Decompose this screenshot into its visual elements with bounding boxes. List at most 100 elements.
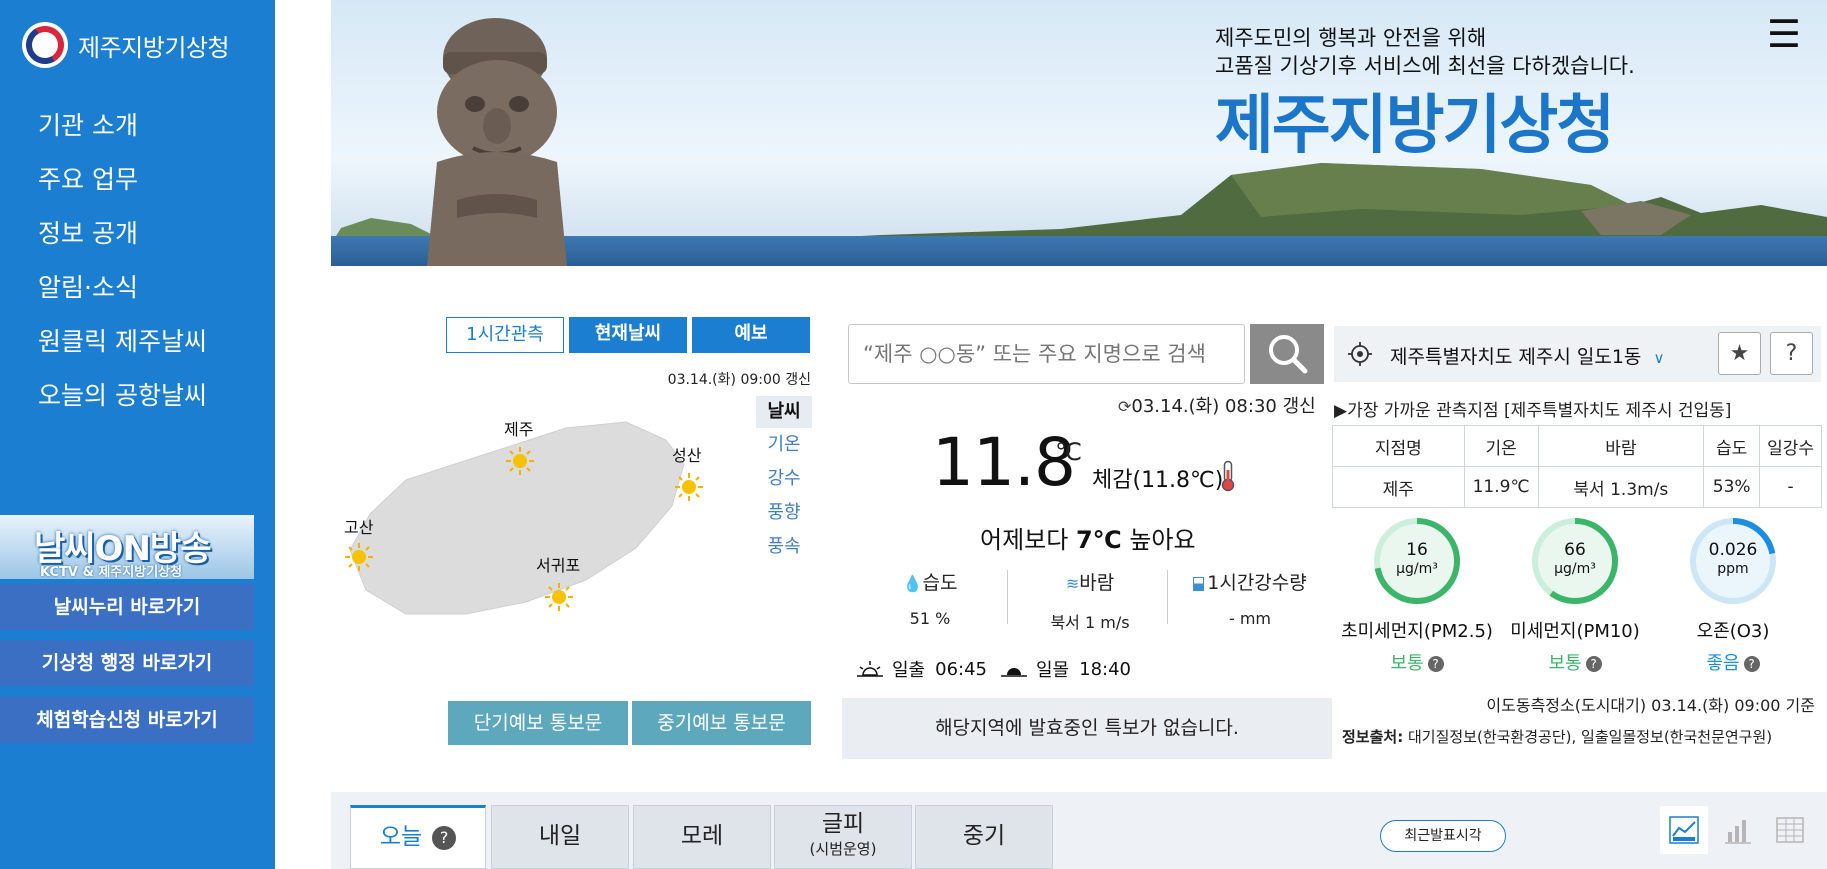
help-icon[interactable]: ? xyxy=(1427,656,1444,672)
air-gauge-ring: 66 μg/m³ xyxy=(1529,515,1621,607)
wind-icon: ≋ xyxy=(1065,574,1080,593)
field-trip-link-button[interactable]: 체험학습신청 바로가기 xyxy=(0,697,254,743)
map-tab-wind-direction[interactable]: 풍향 xyxy=(756,496,812,530)
weather-on-broadcast-banner[interactable]: 날씨ON방송 KCTV & 제주지방기상청 xyxy=(0,515,254,579)
current-update-time-text: 03.14.(화) 08:30 갱신 xyxy=(1131,396,1316,417)
tab-day-after-tomorrow[interactable]: 모레 xyxy=(633,805,771,869)
weather-alert-status: 해당지역에 발효중인 특보가 없습니다. xyxy=(842,698,1332,759)
help-icon[interactable]: ? xyxy=(432,825,457,850)
nav-item-about[interactable]: 기관 소개 xyxy=(38,106,207,160)
sunrise-label: 일출 xyxy=(892,660,926,681)
air-station-basis: 이도동측정소(도시대기) 03.14.(화) 09:00 기준 xyxy=(1486,696,1815,715)
table-header-row: 지점명 기온 바람 습도 일강수 xyxy=(1332,425,1822,467)
map-update-time: 03.14.(화) 09:00 갱신 xyxy=(667,372,811,388)
air-value: 16 xyxy=(1406,540,1428,560)
air-unit: μg/m³ xyxy=(1554,561,1596,577)
hamburger-menu-icon[interactable]: ☰ xyxy=(1767,12,1801,56)
rainfall-value: - mm xyxy=(1228,609,1272,628)
latest-release-time-button[interactable]: 최근발표시각 xyxy=(1380,820,1506,852)
table-row: 제주 11.9℃ 북서 1.3m/s 53% - xyxy=(1332,466,1822,508)
tab-current-weather[interactable]: 현재날씨 xyxy=(569,317,687,353)
column-header: 지점명 xyxy=(1332,425,1465,467)
tab-three-days-label: 글피 xyxy=(821,811,865,837)
observation-table: 지점명 기온 바람 습도 일강수 제주 11.9℃ 북서 1.3m/s 53% … xyxy=(1332,425,1822,508)
table-cell: - xyxy=(1759,466,1822,508)
sunset-info: 일몰 18:40 xyxy=(1000,656,1131,682)
air-status: 보통 xyxy=(1390,653,1424,674)
nav-item-news[interactable]: 알림·소식 xyxy=(38,268,207,322)
help-icon[interactable]: ? xyxy=(1585,656,1602,672)
logo-text: 제주지방기상청 xyxy=(78,33,230,62)
city-label-seongsan: 성산 xyxy=(672,446,702,465)
tab-tomorrow[interactable]: 내일 xyxy=(491,805,629,869)
tab-forecast[interactable]: 예보 xyxy=(692,317,810,353)
help-icon[interactable]: ? xyxy=(1743,656,1760,672)
air-unit: μg/m³ xyxy=(1396,561,1438,577)
nav-item-disclosure[interactable]: 정보 공개 xyxy=(38,214,207,268)
rainfall-label: 1시간강수량 xyxy=(1207,572,1307,594)
humidity-label: 습도 xyxy=(922,572,958,594)
favorite-star-icon[interactable]: ★ xyxy=(1718,332,1761,375)
taegeuk-emblem-icon xyxy=(22,22,68,68)
tab-today-label: 오늘 xyxy=(379,824,423,850)
air-unit: ppm xyxy=(1717,561,1749,577)
tab-mid-term[interactable]: 중기 xyxy=(915,805,1053,869)
nav-item-oneclick[interactable]: 원클릭 제주날씨 xyxy=(38,322,207,376)
weather-nuri-link-button[interactable]: 날씨누리 바로가기 xyxy=(0,584,254,630)
tab-three-days-later[interactable]: 글피 (시범운영) xyxy=(774,805,912,869)
map-tab-weather[interactable]: 날씨 xyxy=(756,396,812,428)
nav-item-airport[interactable]: 오늘의 공항날씨 xyxy=(38,376,207,430)
city-label-jeju: 제주 xyxy=(504,420,534,439)
rain-gauge-icon xyxy=(1193,576,1205,591)
air-value: 0.026 xyxy=(1708,540,1758,560)
air-gauge-ring: 0.026 ppm xyxy=(1687,515,1779,607)
temperature-comparison: 어제보다 7℃ 높아요 xyxy=(980,520,1196,555)
city-label-seogwipo: 서귀포 xyxy=(536,556,581,575)
wind-metric: ≋바람 북서 1 m/s xyxy=(1010,568,1170,633)
map-tabs: 1시간관측 현재날씨 예보 xyxy=(446,317,815,353)
info-source: 정보출처: 대기질정보(한국환경공단), 일출일몰정보(한국천문연구원) xyxy=(1342,726,1772,747)
table-cell: 53% xyxy=(1703,466,1761,508)
banner-slogan-line1: 제주도민의 행복과 안전을 위해 xyxy=(1215,26,1487,50)
air-value: 66 xyxy=(1564,540,1586,560)
selected-location-name: 제주특별자치도 제주시 일도1동 xyxy=(1390,346,1642,368)
map-tab-wind-speed[interactable]: 풍속 xyxy=(756,530,812,564)
logo[interactable]: 제주지방기상청 xyxy=(22,22,230,68)
map-tab-precipitation[interactable]: 강수 xyxy=(756,462,812,496)
location-search-input[interactable] xyxy=(848,324,1245,384)
column-header: 바람 xyxy=(1537,425,1705,467)
line-graph-view-icon[interactable] xyxy=(1660,806,1708,854)
wind-value: 북서 1 m/s xyxy=(1050,613,1130,632)
search-icon xyxy=(1269,334,1308,373)
sidebar: 제주지방기상청 기관 소개 주요 업무 정보 공개 알림·소식 원클릭 제주날씨… xyxy=(0,0,275,869)
comparison-prefix: 어제보다 xyxy=(980,526,1076,554)
search-button[interactable] xyxy=(1250,324,1324,384)
air-quality-ozone: 0.026 ppm 오존(O3) 좋음? xyxy=(1648,515,1818,675)
metric-divider xyxy=(1007,570,1008,624)
table-cell: 제주 xyxy=(1332,466,1465,508)
refresh-icon[interactable]: ⟳ xyxy=(1118,397,1131,416)
bar-graph-view-icon[interactable] xyxy=(1714,806,1762,854)
short-term-forecast-bulletin-button[interactable]: 단기예보 통보문 xyxy=(448,701,628,745)
air-status: 좋음 xyxy=(1706,653,1740,674)
kma-admin-link-button[interactable]: 기상청 행정 바로가기 xyxy=(0,640,254,686)
table-view-icon[interactable] xyxy=(1766,806,1814,854)
main-nav: 기관 소개 주요 업무 정보 공개 알림·소식 원클릭 제주날씨 오늘의 공항날… xyxy=(38,106,207,430)
sunny-icon xyxy=(675,473,703,501)
current-location-icon[interactable] xyxy=(1348,342,1372,366)
map-tab-temperature[interactable]: 기온 xyxy=(756,428,812,462)
map-element-tabs: 날씨 기온 강수 풍향 풍속 xyxy=(756,396,812,564)
tab-hourly-observation[interactable]: 1시간관측 xyxy=(446,317,564,353)
column-header: 습도 xyxy=(1703,425,1761,467)
current-update-time: ⟳03.14.(화) 08:30 갱신 xyxy=(1118,392,1316,418)
nav-item-work[interactable]: 주요 업무 xyxy=(38,160,207,214)
mid-term-forecast-bulletin-button[interactable]: 중기예보 통보문 xyxy=(632,701,811,745)
promo-subtitle: KCTV & 제주지방기상청 xyxy=(40,565,183,579)
air-gauge-ring: 16 μg/m³ xyxy=(1371,515,1463,607)
sunny-icon xyxy=(506,447,534,475)
sunrise-icon xyxy=(857,661,883,677)
feels-like-temperature: 체감(11.8℃) xyxy=(1092,468,1224,493)
selected-location[interactable]: 제주특별자치도 제주시 일도1동 ∨ xyxy=(1390,342,1664,369)
help-button[interactable]: ? xyxy=(1770,332,1813,375)
tab-today[interactable]: 오늘? xyxy=(350,805,486,869)
